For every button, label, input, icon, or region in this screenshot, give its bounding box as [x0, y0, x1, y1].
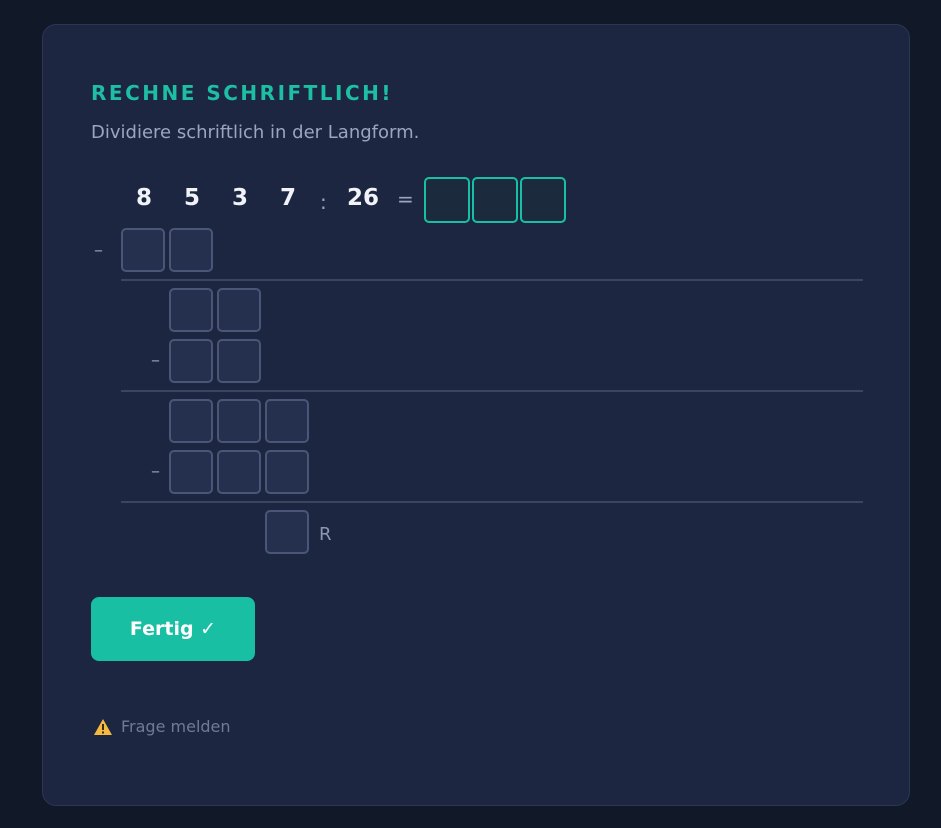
warning-icon — [93, 718, 113, 736]
subtrahend-3-digit-input-3[interactable] — [265, 450, 309, 494]
partial-2-digit-input-2[interactable] — [217, 399, 261, 443]
report-question-link[interactable]: Frage melden — [93, 717, 231, 736]
quotient-digit-input-2[interactable] — [472, 177, 518, 223]
partial-1-digit-input-1[interactable] — [169, 288, 213, 332]
subtrahend-1-digit-input-1[interactable] — [121, 228, 165, 272]
minus-sign: – — [151, 350, 160, 371]
submit-button[interactable]: Fertig ✓ — [91, 597, 255, 661]
subtraction-line — [121, 279, 863, 281]
subtrahend-2-digit-input-1[interactable] — [169, 339, 213, 383]
exercise-instruction: Dividiere schriftlich in der Langform. — [91, 122, 420, 143]
dividend-digit-4: 7 — [279, 185, 296, 211]
divisor: 26 — [346, 185, 379, 211]
exercise-heading: RECHNE SCHRIFTLICH! — [91, 81, 394, 105]
subtrahend-3-digit-input-2[interactable] — [217, 450, 261, 494]
partial-2-digit-input-1[interactable] — [169, 399, 213, 443]
equals-symbol: = — [397, 187, 414, 211]
subtrahend-3-digit-input-1[interactable] — [169, 450, 213, 494]
divide-symbol: : — [320, 190, 327, 214]
partial-1-digit-input-2[interactable] — [217, 288, 261, 332]
dividend-digit-1: 8 — [135, 185, 152, 211]
dividend-digit-2: 5 — [183, 185, 200, 211]
quotient-digit-input-1[interactable] — [424, 177, 470, 223]
subtraction-line — [121, 501, 863, 503]
report-question-label: Frage melden — [121, 717, 231, 736]
subtraction-line — [121, 390, 863, 392]
dividend-digit-3: 3 — [231, 185, 248, 211]
minus-sign: – — [151, 461, 160, 482]
subtrahend-2-digit-input-2[interactable] — [217, 339, 261, 383]
partial-2-digit-input-3[interactable] — [265, 399, 309, 443]
subtrahend-1-digit-input-2[interactable] — [169, 228, 213, 272]
remainder-input[interactable] — [265, 510, 309, 554]
quotient-digit-input-3[interactable] — [520, 177, 566, 223]
exercise-card: RECHNE SCHRIFTLICH! Dividiere schriftlic… — [42, 24, 910, 806]
remainder-label: R — [319, 524, 332, 545]
minus-sign: – — [94, 240, 103, 261]
